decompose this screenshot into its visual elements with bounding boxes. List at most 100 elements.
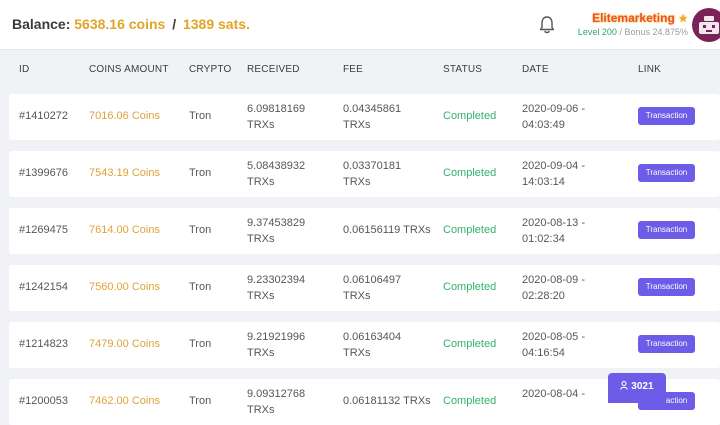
transaction-button[interactable]: Transaction bbox=[638, 164, 695, 182]
fee-unit: TRXs bbox=[343, 119, 371, 131]
bell-icon[interactable] bbox=[538, 15, 556, 35]
column-header-link: LINK bbox=[638, 64, 662, 75]
row-crypto: Tron bbox=[189, 281, 212, 293]
row-id: #1410272 bbox=[19, 110, 68, 122]
user-info[interactable]: Elitemarketing ★ Level 200 / Bonus 24.87… bbox=[570, 11, 688, 37]
received-unit: TRXs bbox=[247, 347, 275, 359]
row-date: 2020-08-05 - 04:16:54 bbox=[522, 329, 585, 361]
table-row: #1399676 7543.19 Coins Tron 5.08438932 TR… bbox=[9, 151, 720, 197]
star-icon: ★ bbox=[678, 13, 688, 25]
balance-coins: 5638.16 coins bbox=[74, 16, 166, 32]
date-time: 02:28:20 bbox=[522, 290, 565, 302]
received-amount: 9.23302394 bbox=[247, 274, 306, 286]
column-header-received: RECEIVED bbox=[247, 64, 300, 75]
row-status: Completed bbox=[443, 110, 497, 122]
received-unit: TRXs bbox=[247, 119, 275, 131]
transaction-button[interactable]: Transaction bbox=[638, 335, 695, 353]
table-row: #1410272 7016.06 Coins Tron 6.09818169 TR… bbox=[9, 94, 720, 140]
row-received: 9.37453829 TRXs bbox=[247, 215, 305, 247]
table-row: #1269475 7614.00 Coins Tron 9.37453829 TR… bbox=[9, 208, 720, 254]
top-bar: Balance: 5638.16 coins / 1389 sats. Elit… bbox=[0, 0, 720, 50]
column-header-crypto: CRYPTO bbox=[189, 64, 232, 75]
fee-amount: 0.04345861 bbox=[343, 103, 402, 115]
row-received: 6.09818169 TRXs bbox=[247, 101, 305, 133]
balance-sats: 1389 sats. bbox=[182, 16, 250, 32]
date-day: 2020-08-13 - bbox=[522, 217, 585, 229]
row-id: #1200053 bbox=[19, 395, 68, 407]
received-unit: TRXs bbox=[247, 404, 275, 416]
row-id: #1214823 bbox=[19, 338, 68, 350]
row-date: 2020-08-13 - 01:02:34 bbox=[522, 215, 585, 247]
transaction-button[interactable]: Transaction bbox=[638, 278, 695, 296]
row-id: #1242154 bbox=[19, 281, 68, 293]
column-header-coins: COINS AMOUNT bbox=[89, 64, 169, 75]
received-amount: 9.21921996 bbox=[247, 331, 306, 343]
received-amount: 9.09312768 bbox=[247, 388, 306, 400]
received-amount: 6.09818169 bbox=[247, 103, 306, 115]
online-users-button[interactable]: 3021 bbox=[608, 373, 666, 403]
row-status: Completed bbox=[443, 281, 497, 293]
row-crypto: Tron bbox=[189, 395, 212, 407]
avatar[interactable] bbox=[692, 8, 720, 42]
balance-separator: / bbox=[172, 16, 177, 32]
row-status: Completed bbox=[443, 224, 497, 236]
table-row: #1242154 7560.00 Coins Tron 9.23302394 TR… bbox=[9, 265, 720, 311]
row-fee: 0.03370181 TRXs bbox=[343, 158, 401, 190]
date-day: 2020-08-09 - bbox=[522, 274, 585, 286]
row-status: Completed bbox=[443, 167, 497, 179]
fee-amount: 0.06163404 bbox=[343, 331, 402, 343]
date-day: 2020-08-05 - bbox=[522, 331, 585, 343]
table-header: ID COINS AMOUNT CRYPTO RECEIVED FEE STAT… bbox=[0, 50, 720, 90]
row-coins: 7543.19 Coins bbox=[89, 167, 160, 179]
row-date: 2020-09-06 - 04:03:49 bbox=[522, 101, 585, 133]
user-icon bbox=[620, 380, 631, 392]
row-received: 5.08438932 TRXs bbox=[247, 158, 305, 190]
balance-label: Balance: bbox=[12, 16, 71, 32]
column-header-status: STATUS bbox=[443, 64, 483, 75]
username[interactable]: Elitemarketing ★ bbox=[570, 11, 688, 25]
transaction-button[interactable]: Transaction bbox=[638, 221, 695, 239]
row-fee: 0.06163404 TRXs bbox=[343, 329, 401, 361]
row-date: 2020-08-09 - 02:28:20 bbox=[522, 272, 585, 304]
fee-unit: TRXs bbox=[343, 290, 371, 302]
fee-amount: 0.03370181 bbox=[343, 160, 402, 172]
row-coins: 7560.00 Coins bbox=[89, 281, 160, 293]
row-coins: 7016.06 Coins bbox=[89, 110, 160, 122]
date-time: 01:02:34 bbox=[522, 233, 565, 245]
received-unit: TRXs bbox=[247, 233, 275, 245]
date-time: 04:16:54 bbox=[522, 347, 565, 359]
received-amount: 9.37453829 bbox=[247, 217, 306, 229]
row-fee: 0.06181132 TRXs bbox=[343, 395, 431, 407]
fee-unit: TRXs bbox=[343, 176, 371, 188]
row-crypto: Tron bbox=[189, 167, 212, 179]
level-info: Level 200 / Bonus 24.875% bbox=[570, 27, 688, 37]
row-date: 2020-09-04 - 14:03:14 bbox=[522, 158, 585, 190]
row-received: 9.23302394 TRXs bbox=[247, 272, 305, 304]
row-id: #1269475 bbox=[19, 224, 68, 236]
row-coins: 7462.00 Coins bbox=[89, 395, 160, 407]
column-header-fee: FEE bbox=[343, 64, 364, 75]
row-received: 9.21921996 TRXs bbox=[247, 329, 305, 361]
column-header-date: DATE bbox=[522, 64, 549, 75]
row-fee: 0.04345861 TRXs bbox=[343, 101, 401, 133]
row-id: #1399676 bbox=[19, 167, 68, 179]
username-text: Elitemarketing bbox=[592, 11, 675, 25]
date-day: 2020-09-04 - bbox=[522, 160, 585, 172]
received-amount: 5.08438932 bbox=[247, 160, 306, 172]
row-status: Completed bbox=[443, 395, 497, 407]
row-coins: 7614.00 Coins bbox=[89, 224, 160, 236]
received-unit: TRXs bbox=[247, 290, 275, 302]
date-day: 2020-08-04 - bbox=[522, 388, 585, 400]
row-coins: 7479.00 Coins bbox=[89, 338, 160, 350]
date-day: 2020-09-06 - bbox=[522, 103, 585, 115]
date-time: 04:03:49 bbox=[522, 119, 565, 131]
transaction-button[interactable]: Transaction bbox=[638, 107, 695, 125]
date-time: 14:03:14 bbox=[522, 176, 565, 188]
row-fee: 0.06106497 TRXs bbox=[343, 272, 401, 304]
table-row: #1214823 7479.00 Coins Tron 9.21921996 TR… bbox=[9, 322, 720, 368]
row-fee: 0.06156119 TRXs bbox=[343, 224, 431, 236]
balance-display: Balance: 5638.16 coins / 1389 sats. bbox=[12, 16, 250, 32]
level-value: Level 200 bbox=[577, 27, 617, 37]
received-unit: TRXs bbox=[247, 176, 275, 188]
column-header-id: ID bbox=[19, 64, 30, 75]
